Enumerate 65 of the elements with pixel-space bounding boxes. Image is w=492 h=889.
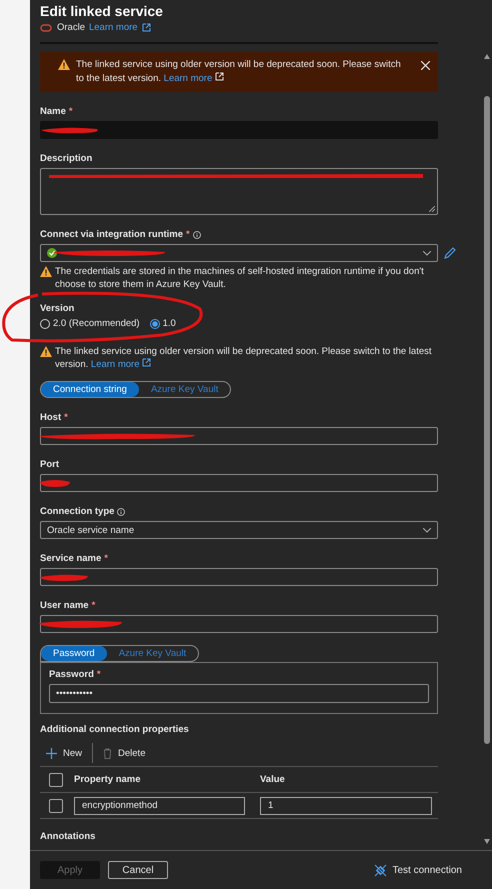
version-radio[interactable]: 1.0	[150, 318, 176, 329]
service-type: Oracle	[57, 22, 85, 33]
name-field[interactable]	[40, 121, 438, 139]
row-checkbox[interactable]	[49, 798, 63, 812]
external-link-icon	[142, 358, 152, 367]
connection-type-dropdown[interactable]: Oracle service name	[40, 521, 438, 539]
close-icon[interactable]	[421, 61, 430, 70]
field-label: Service name *	[40, 553, 109, 565]
banner-message: The linked service using older version will be deprecated soon. Please switch to the latest version. Learn more	[76, 58, 402, 86]
cancel-button[interactable]: Cancel	[108, 861, 168, 879]
select-all-checkbox[interactable]	[49, 772, 63, 786]
field-label: Description	[40, 153, 94, 165]
field-label: Connection type	[40, 506, 438, 518]
user-name-field[interactable]	[40, 615, 438, 633]
auth-toggle-tab[interactable]: Password	[41, 646, 107, 661]
redaction-scribble	[39, 572, 89, 582]
trash-icon	[103, 748, 112, 758]
info-icon	[117, 508, 126, 516]
service-name-field[interactable]	[40, 568, 438, 586]
runtime-dropdown[interactable]	[40, 244, 438, 262]
new-button[interactable]: New	[40, 748, 88, 758]
external-link-icon	[142, 23, 151, 32]
warning-icon	[40, 266, 52, 277]
port-field[interactable]	[40, 474, 438, 492]
oracle-logo-icon	[40, 24, 52, 32]
edit-icon[interactable]	[444, 247, 456, 259]
check-circle-icon	[47, 248, 57, 258]
field-label: Version	[40, 303, 76, 315]
resize-grip-icon	[429, 206, 435, 212]
info-icon	[192, 231, 201, 239]
delete-button[interactable]: Delete	[97, 748, 152, 758]
auth-toggle-tab[interactable]: Connection string	[41, 382, 139, 397]
version-radio[interactable]: 2.0 (Recommended)	[40, 318, 140, 329]
chevron-down-icon	[423, 528, 431, 532]
auth-toggle-tab[interactable]: Azure Key Vault	[106, 646, 198, 661]
column-header: Value	[260, 774, 286, 785]
column-header: Property name	[74, 774, 142, 785]
chevron-down-icon	[423, 250, 431, 256]
field-label: Port	[40, 459, 60, 471]
warning-message: The credentials are stored in the machines of self-hosted integration runtime if you don't choose to store them in Azure Key Vault.	[55, 265, 425, 291]
learn-more-link[interactable]: Learn more	[164, 73, 212, 84]
section-title: Additional connection properties	[40, 724, 190, 736]
warning-icon	[40, 346, 52, 357]
field-label: Name *	[40, 106, 74, 118]
test-connection-button[interactable]: Test connection	[368, 862, 468, 878]
field-label: Password *	[49, 669, 102, 681]
field-label: User name *	[40, 600, 96, 612]
section-title: Annotations	[40, 831, 96, 843]
field-label: Host *	[40, 412, 69, 424]
property-value-field[interactable]: 1	[260, 796, 432, 814]
property-name-field[interactable]: encryptionmethod	[74, 796, 245, 814]
description-field[interactable]	[40, 168, 438, 215]
field-label: Connect via integration runtime *	[40, 229, 438, 241]
learn-more-link[interactable]: Learn more	[88, 22, 138, 33]
password-field[interactable]: •••••••••••	[49, 684, 429, 703]
plus-icon	[46, 748, 57, 758]
learn-more-link[interactable]: Learn more	[90, 359, 140, 370]
panel-title: Edit linked service	[40, 3, 164, 19]
warning-icon	[58, 59, 70, 70]
warning-message: The linked service using older version will be deprecated soon. Please switch to the latest version. Learn more	[55, 345, 433, 371]
external-link-icon	[214, 72, 224, 81]
host-field[interactable]	[40, 427, 438, 445]
redaction-scribble	[39, 478, 71, 488]
scrollbar[interactable]	[483, 54, 491, 844]
auth-toggle-tab[interactable]: Azure Key Vault	[138, 382, 230, 397]
